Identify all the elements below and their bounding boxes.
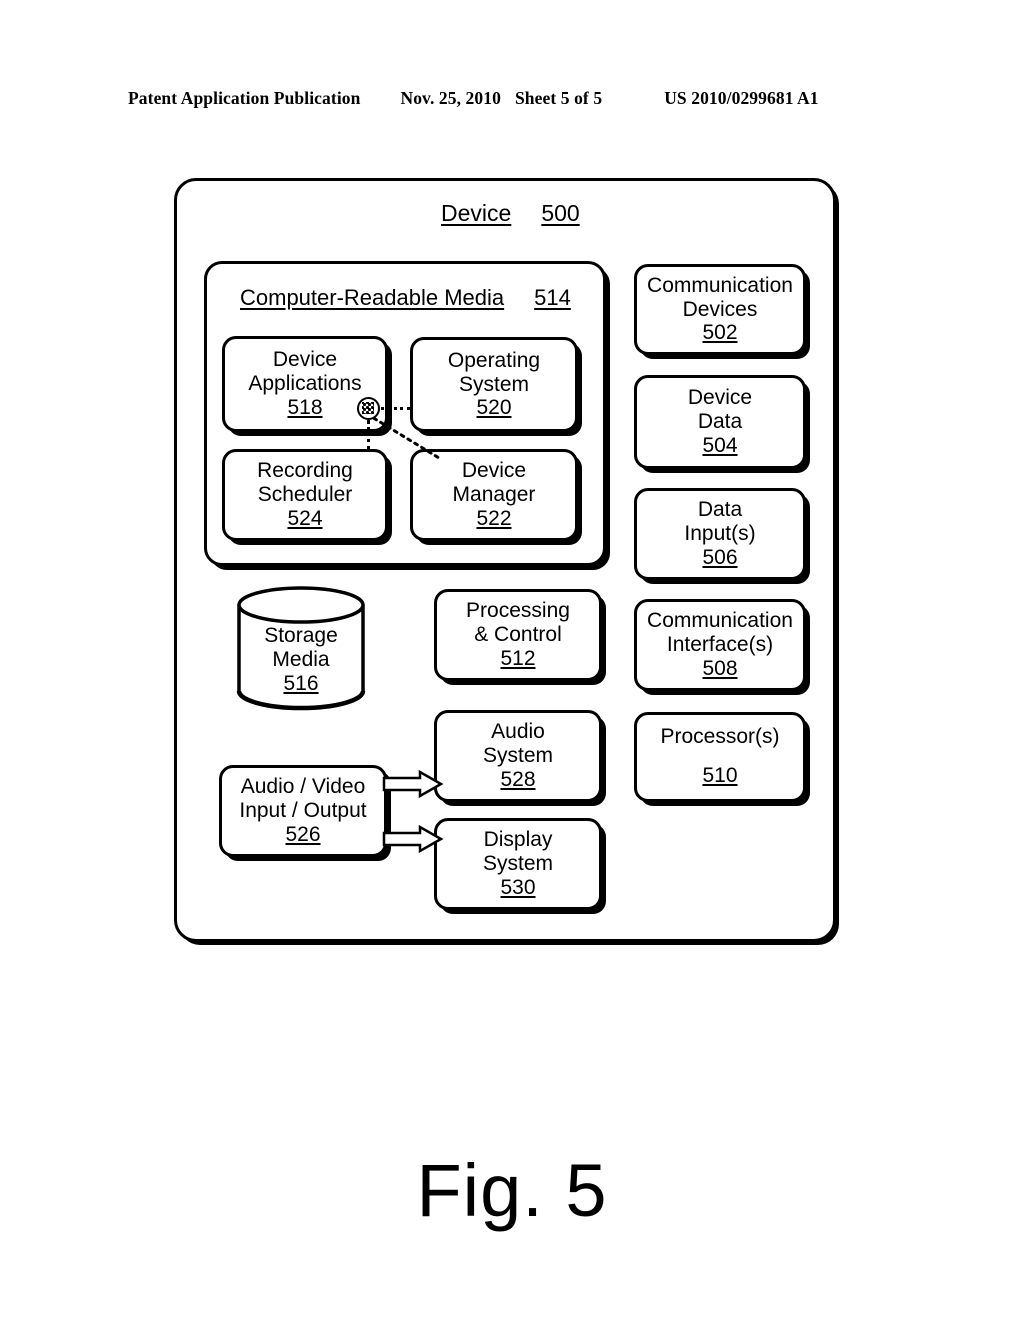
device-title-text: Device: [441, 200, 512, 226]
publication-header: Patent Application Publication Nov. 25, …: [128, 88, 896, 116]
device-data-line2: Data: [697, 410, 743, 434]
communication-interfaces-ref: 508: [702, 656, 738, 680]
processors-line1: Processor(s): [660, 725, 780, 749]
device-title-ref: 500: [541, 200, 580, 226]
communication-devices-line1: Communication: [647, 273, 793, 297]
storage-media-line2: Media: [272, 647, 330, 671]
audio-system-ref: 528: [500, 767, 536, 791]
device-applications-line1: Device: [272, 348, 338, 372]
box-device-manager: Device Manager 522: [410, 449, 578, 541]
device-data-line1: Device: [687, 386, 753, 410]
connector-node-icon: [357, 397, 380, 420]
arrow-av-to-audio-system-icon: [382, 769, 444, 799]
storage-media-cylinder: Storage Media 516: [236, 585, 366, 711]
box-device-data: Device Data 504: [634, 375, 806, 469]
box-audio-video-input-output: Audio / Video Input / Output 526: [219, 765, 387, 857]
display-system-line2: System: [482, 852, 553, 876]
box-processors: Processor(s) 510: [634, 712, 806, 802]
box-recording-scheduler: Recording Scheduler 524: [222, 449, 388, 541]
box-communication-interfaces: Communication Interface(s) 508: [634, 599, 806, 691]
display-system-ref: 530: [500, 875, 536, 899]
processing-control-line1: Processing: [466, 599, 570, 623]
connector-line-to-device-manager: [365, 412, 441, 460]
operating-system-line2: System: [458, 372, 529, 396]
box-audio-system: Audio System 528: [434, 710, 602, 802]
processing-control-line2: & Control: [474, 623, 562, 647]
communication-devices-line2: Devices: [682, 297, 758, 321]
operating-system-ref: 520: [476, 396, 512, 420]
device-applications-line2: Applications: [248, 372, 362, 396]
arrow-av-to-display-system-icon: [382, 824, 444, 854]
box-data-inputs: Data Input(s) 506: [634, 488, 806, 580]
processing-control-ref: 512: [500, 646, 536, 670]
device-manager-ref: 522: [476, 506, 512, 530]
crm-title-text: Computer-Readable Media: [240, 285, 505, 310]
av-io-ref: 526: [285, 822, 321, 846]
header-patent-number: US 2010/0299681 A1: [664, 88, 819, 108]
device-data-ref: 504: [702, 433, 738, 457]
operating-system-line1: Operating: [447, 348, 541, 372]
recording-scheduler-line1: Recording: [257, 459, 353, 483]
figure-caption: Fig. 5: [416, 1149, 608, 1232]
box-display-system: Display System 530: [434, 818, 602, 910]
audio-system-line1: Audio: [491, 720, 545, 744]
communication-interfaces-line2: Interface(s): [666, 633, 774, 657]
data-inputs-line2: Input(s): [684, 522, 756, 546]
box-processing-and-control: Processing & Control 512: [434, 589, 602, 681]
storage-media-ref: 516: [283, 671, 319, 695]
av-io-line2: Input / Output: [239, 799, 367, 823]
connector-line-to-operating-system: [381, 407, 410, 410]
header-publication-label: Patent Application Publication: [128, 88, 361, 108]
device-title: Device 500: [441, 200, 580, 227]
communication-devices-ref: 502: [702, 321, 738, 345]
audio-system-line2: System: [482, 744, 553, 768]
box-communication-devices: Communication Devices 502: [634, 264, 806, 355]
storage-media-label: Storage Media 516: [236, 624, 366, 696]
crm-title-ref: 514: [534, 285, 571, 310]
av-io-line1: Audio / Video: [240, 775, 366, 799]
display-system-line1: Display: [483, 828, 553, 852]
recording-scheduler-line2: Scheduler: [257, 483, 353, 507]
data-inputs-ref: 506: [702, 545, 738, 569]
storage-media-line1: Storage: [264, 624, 338, 647]
communication-interfaces-line1: Communication: [647, 609, 793, 633]
computer-readable-media-title: Computer-Readable Media 514: [240, 285, 571, 311]
connector-node-dots-icon: [362, 402, 374, 414]
recording-scheduler-ref: 524: [287, 506, 323, 530]
device-manager-line1: Device: [461, 459, 527, 483]
device-applications-ref: 518: [287, 395, 323, 419]
data-inputs-line1: Data: [697, 498, 743, 522]
device-manager-line2: Manager: [452, 483, 536, 507]
header-date-label: Nov. 25, 2010: [400, 88, 501, 108]
processors-ref: 510: [702, 764, 738, 787]
header-sheet-label: Sheet 5 of 5: [514, 88, 603, 108]
